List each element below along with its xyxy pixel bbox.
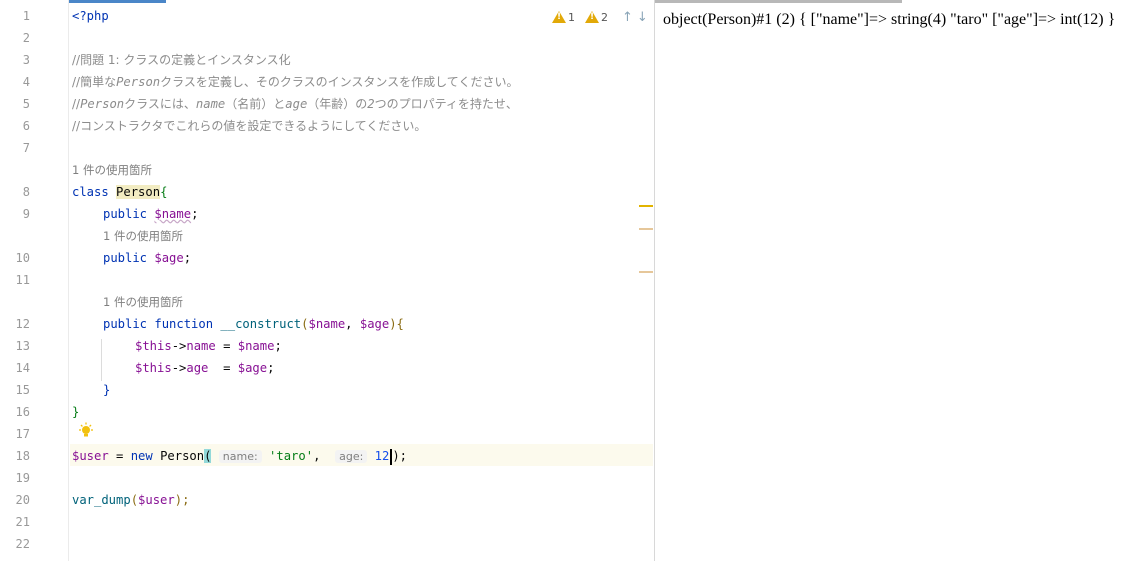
line-number-gutter[interactable]: 1 2 3 4 5 6 7 8 9 10 11 12 13 14 15 16 1… <box>0 0 69 561</box>
line-number: 16 <box>15 405 30 419</box>
output-pane: object(Person)#1 (2) { ["name"]=> string… <box>654 0 1147 561</box>
line-number: 18 <box>15 449 30 463</box>
code-line-15[interactable]: } <box>103 379 110 401</box>
line-number: 2 <box>22 31 30 45</box>
parameter-hint-age: age: <box>335 450 368 463</box>
code-editor[interactable]: 1 2 3 4 5 6 7 8 9 10 11 12 13 14 15 16 1… <box>0 0 653 561</box>
code-line-8[interactable]: class Person{ <box>72 181 167 203</box>
line-number: 22 <box>15 537 30 551</box>
code-line-10[interactable]: public $age; <box>103 247 191 269</box>
line-number: 17 <box>15 427 30 441</box>
line-number: 20 <box>15 493 30 507</box>
usage-hint[interactable]: 1 件の使用箇所 <box>72 158 152 180</box>
line-number: 4 <box>22 75 30 89</box>
code-area[interactable]: <?php //問題 1: クラスの定義とインスタンス化 //簡単なPerson… <box>70 0 653 561</box>
line-number: 21 <box>15 515 30 529</box>
line-number: 9 <box>22 207 30 221</box>
weak-warning-stripe-marker[interactable] <box>639 271 653 273</box>
code-line-1[interactable]: <?php <box>72 5 109 27</box>
line-number: 10 <box>15 251 30 265</box>
var-dump-output: object(Person)#1 (2) { ["name"]=> string… <box>663 11 1116 28</box>
weak-warning-count[interactable]: 2 <box>601 11 608 24</box>
warning-stripe-marker[interactable] <box>639 205 653 207</box>
usage-hint[interactable]: 1 件の使用箇所 <box>103 224 183 246</box>
parameter-hint-name: name: <box>218 450 262 463</box>
line-number: 11 <box>15 273 30 287</box>
line-number: 12 <box>15 317 30 331</box>
line-number: 6 <box>22 119 30 133</box>
previous-problem-icon[interactable]: ↑ <box>622 10 633 25</box>
next-problem-icon[interactable]: ↓ <box>637 10 648 25</box>
weak-warning-icon[interactable] <box>585 11 599 23</box>
paren-match-highlight: ( <box>204 449 212 463</box>
output-tab-indicator <box>655 0 902 3</box>
warning-count[interactable]: 1 <box>568 11 575 24</box>
code-line-4[interactable]: //簡単なPersonクラスを定義し、そのクラスのインスタンスを作成してください… <box>72 71 518 93</box>
line-number: 3 <box>22 53 30 67</box>
warning-icon[interactable] <box>552 11 566 23</box>
code-line-14[interactable]: $this->age = $age; <box>135 357 274 379</box>
code-line-16[interactable]: } <box>72 401 79 423</box>
line-number: 5 <box>22 97 30 111</box>
weak-warning-stripe-marker[interactable] <box>639 228 653 230</box>
line-number: 7 <box>22 141 30 155</box>
code-line-5[interactable]: //Personクラスには、name（名前）とage（年齢）の2つのプロパティを… <box>72 93 518 115</box>
code-line-18[interactable]: $user = new Person( name: 'taro', age: 1… <box>72 445 407 467</box>
line-number: 15 <box>15 383 30 397</box>
lightbulb-icon[interactable] <box>78 422 94 440</box>
line-number: 1 <box>22 9 30 23</box>
code-line-20[interactable]: var_dump($user); <box>72 489 189 511</box>
usage-hint[interactable]: 1 件の使用箇所 <box>103 290 183 312</box>
class-name-highlight: Person <box>116 185 161 199</box>
line-number: 19 <box>15 471 30 485</box>
code-line-12[interactable]: public function __construct($name, $age)… <box>103 313 404 335</box>
code-line-6[interactable]: //コンストラクタでこれらの値を設定できるようにしてください。 <box>72 115 426 137</box>
code-line-9[interactable]: public $name; <box>103 203 198 225</box>
code-line-3[interactable]: //問題 1: クラスの定義とインスタンス化 <box>72 49 291 71</box>
line-number: 8 <box>22 185 30 199</box>
indent-guide <box>101 339 102 381</box>
code-line-13[interactable]: $this->name = $name; <box>135 335 282 357</box>
inspection-widget[interactable]: 1 2 ↑ ↓ <box>552 9 648 25</box>
line-number: 13 <box>15 339 30 353</box>
line-number: 14 <box>15 361 30 375</box>
